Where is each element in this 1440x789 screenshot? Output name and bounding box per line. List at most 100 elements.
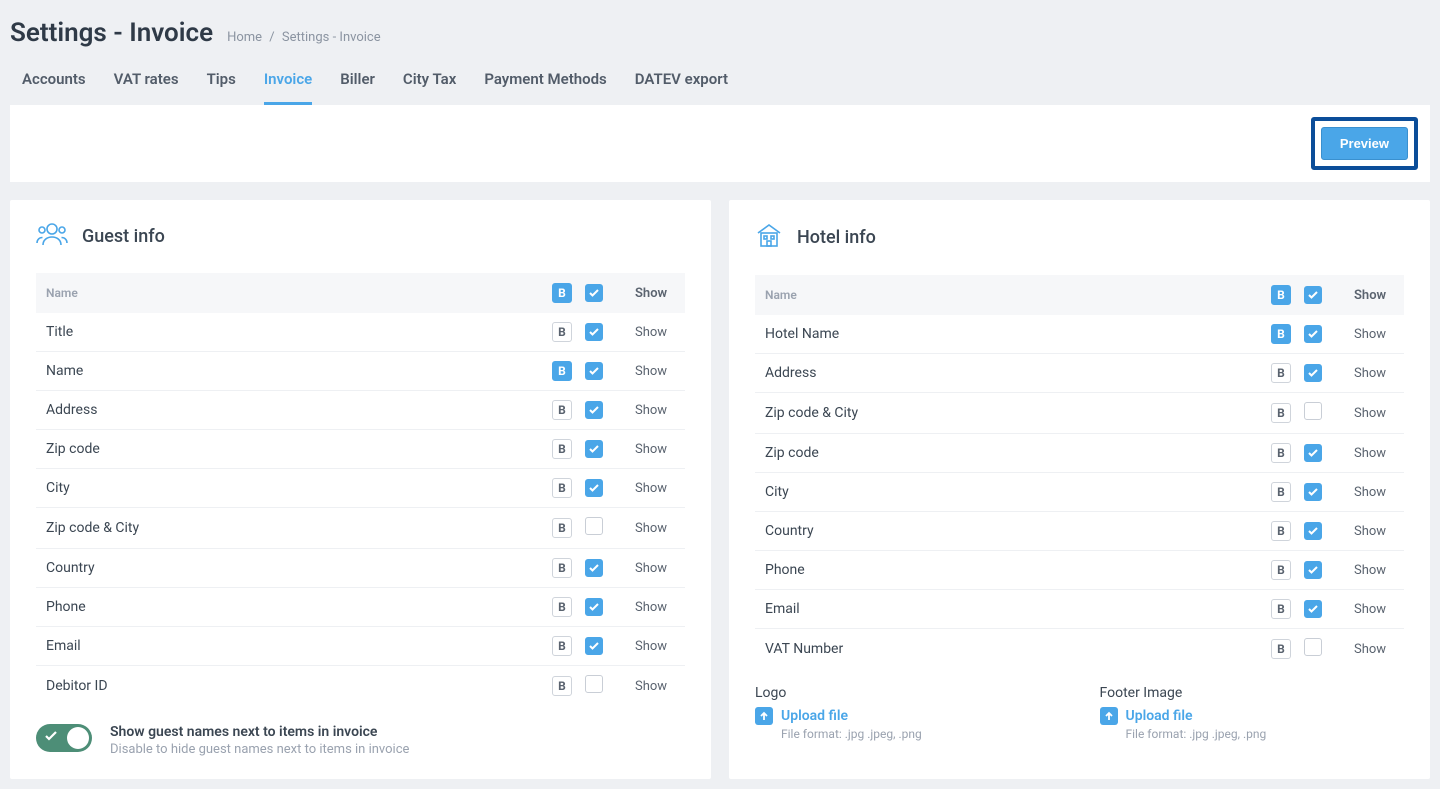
show-label: Show [1344, 551, 1404, 590]
show-checkbox[interactable] [585, 401, 603, 419]
upload-icon [755, 707, 773, 725]
field-label: Zip code & City [755, 393, 1258, 434]
show-checkbox[interactable] [585, 637, 603, 655]
table-row: Address B Show [755, 354, 1404, 393]
show-label: Show [1344, 354, 1404, 393]
breadcrumb-item[interactable]: Settings - Invoice [282, 30, 381, 45]
tab-datev-export[interactable]: DATEV export [635, 70, 728, 105]
preview-highlight-box: Preview [1311, 117, 1418, 170]
show-checkbox[interactable] [585, 362, 603, 380]
tab-accounts[interactable]: Accounts [22, 70, 86, 105]
tab-vat-rates[interactable]: VAT rates [114, 70, 179, 105]
show-toggle-all[interactable] [1304, 286, 1322, 304]
hotel-info-card: Hotel info Name B Show Hotel NameBS [729, 200, 1430, 779]
bold-toggle[interactable]: B [1271, 639, 1291, 659]
show-checkbox[interactable] [1304, 561, 1322, 579]
show-guest-names-toggle[interactable] [36, 724, 92, 752]
bold-toggle[interactable]: B [1271, 403, 1291, 423]
show-checkbox[interactable] [585, 440, 603, 458]
show-checkbox[interactable] [585, 559, 603, 577]
field-label: Zip code & City [36, 508, 539, 549]
show-toggle-all[interactable] [585, 284, 603, 302]
table-row: PhoneBShow [36, 588, 685, 627]
field-label: City [36, 469, 539, 508]
tab-city-tax[interactable]: City Tax [403, 70, 456, 105]
field-label: Zip code [755, 434, 1258, 473]
field-label: Phone [36, 588, 539, 627]
show-label: Show [625, 549, 685, 588]
bold-toggle[interactable]: B [1271, 482, 1291, 502]
show-checkbox[interactable] [585, 598, 603, 616]
breadcrumb-item[interactable]: Home [227, 30, 262, 45]
preview-button[interactable]: Preview [1321, 127, 1408, 160]
toggle-knob [67, 727, 89, 749]
field-label: Country [755, 512, 1258, 551]
upload-icon [1100, 707, 1118, 725]
show-checkbox[interactable] [1304, 444, 1322, 462]
show-label: Show [1344, 315, 1404, 354]
bold-toggle[interactable]: B [552, 518, 572, 538]
bold-toggle[interactable]: B [552, 676, 572, 696]
field-label: Name [36, 352, 539, 391]
show-checkbox[interactable] [1304, 402, 1322, 420]
show-checkbox[interactable] [1304, 600, 1322, 618]
bold-toggle[interactable]: B [1271, 560, 1291, 580]
show-checkbox[interactable] [585, 323, 603, 341]
show-label: Show [625, 391, 685, 430]
bold-toggle[interactable]: B [1271, 324, 1291, 344]
check-icon [44, 729, 58, 747]
show-label: Show [1344, 393, 1404, 434]
bold-toggle[interactable]: B [552, 478, 572, 498]
column-header-show: Show [625, 273, 685, 313]
bold-toggle-all[interactable]: B [1271, 285, 1291, 305]
table-row: PhoneBShow [755, 551, 1404, 590]
bold-toggle[interactable]: B [552, 636, 572, 656]
bold-toggle[interactable]: B [552, 558, 572, 578]
page-title: Settings - Invoice [10, 18, 213, 48]
show-label: Show [1344, 434, 1404, 473]
show-label: Show [1344, 512, 1404, 551]
show-checkbox[interactable] [585, 479, 603, 497]
preview-bar: Preview [10, 105, 1430, 182]
bold-toggle[interactable]: B [552, 322, 572, 342]
show-label: Show [625, 352, 685, 391]
show-checkbox[interactable] [1304, 325, 1322, 343]
tab-payment-methods[interactable]: Payment Methods [484, 70, 606, 105]
bold-toggle[interactable]: B [552, 597, 572, 617]
bold-toggle[interactable]: B [1271, 521, 1291, 541]
show-checkbox[interactable] [1304, 483, 1322, 501]
show-checkbox[interactable] [585, 517, 603, 535]
show-checkbox[interactable] [1304, 522, 1322, 540]
show-checkbox[interactable] [1304, 638, 1322, 656]
bold-toggle[interactable]: B [1271, 363, 1291, 383]
field-label: Email [36, 627, 539, 666]
table-row: Zip code B Show [755, 434, 1404, 473]
footer-upload-hint: File format: .jpg .jpeg, .png [1126, 727, 1405, 741]
field-label: City [755, 473, 1258, 512]
tab-tips[interactable]: Tips [207, 70, 236, 105]
field-label: Zip code [36, 430, 539, 469]
show-label: Show [625, 313, 685, 352]
tab-biller[interactable]: Biller [340, 70, 375, 105]
logo-upload-button[interactable]: Upload file [755, 707, 1060, 725]
show-label: Show [1344, 629, 1404, 670]
bold-toggle[interactable]: B [1271, 599, 1291, 619]
show-checkbox[interactable] [585, 675, 603, 693]
bold-toggle[interactable]: B [552, 400, 572, 420]
column-header-name: Name [36, 273, 539, 313]
show-label: Show [1344, 473, 1404, 512]
table-row: CityBShow [36, 469, 685, 508]
table-row: EmailBShow [755, 590, 1404, 629]
bold-toggle[interactable]: B [1271, 443, 1291, 463]
table-row: City B Show [755, 473, 1404, 512]
footer-upload-button[interactable]: Upload file [1100, 707, 1405, 725]
bold-toggle-all[interactable]: B [552, 283, 572, 303]
tab-invoice[interactable]: Invoice [264, 70, 312, 105]
table-row: Name B Show [36, 352, 685, 391]
field-label: Address [755, 354, 1258, 393]
show-label: Show [625, 430, 685, 469]
table-row: Zip code & City B Show [755, 393, 1404, 434]
bold-toggle[interactable]: B [552, 439, 572, 459]
bold-toggle[interactable]: B [552, 361, 572, 381]
show-checkbox[interactable] [1304, 364, 1322, 382]
